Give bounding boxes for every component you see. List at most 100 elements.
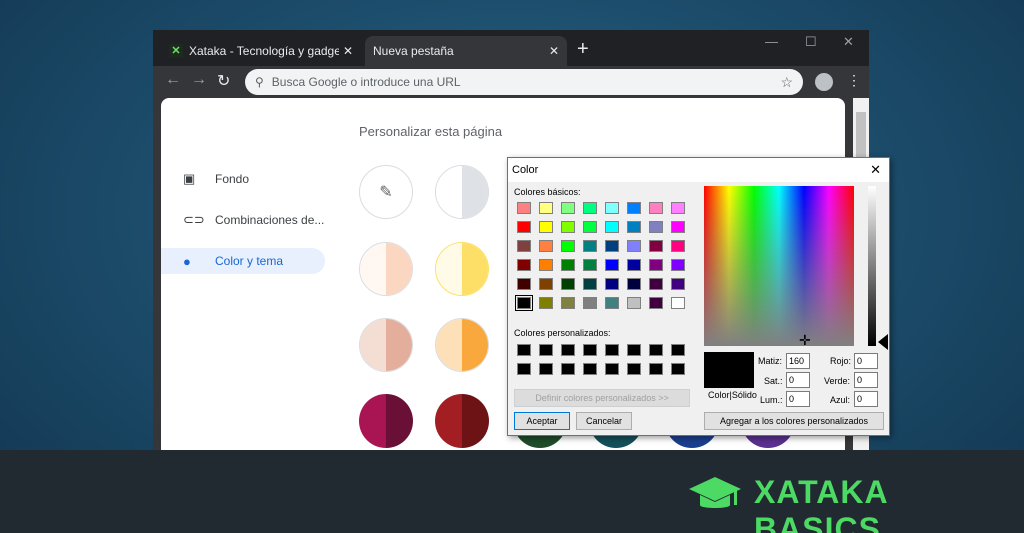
basic-color-swatch[interactable] — [517, 202, 531, 214]
basic-color-swatch[interactable] — [605, 259, 619, 271]
basic-color-swatch[interactable] — [671, 297, 685, 309]
back-icon[interactable]: ← — [165, 71, 181, 89]
basic-color-swatch[interactable] — [649, 259, 663, 271]
basic-color-swatch[interactable] — [627, 297, 641, 309]
omnibox[interactable]: ⚲ Busca Google o introduce una URL ☆ — [245, 69, 803, 95]
menu-icon[interactable]: ⋮ — [847, 72, 861, 89]
basic-color-swatch[interactable] — [515, 295, 533, 311]
custom-color-swatch[interactable] — [539, 344, 553, 356]
basic-color-swatch[interactable] — [561, 278, 575, 290]
basic-color-swatch[interactable] — [539, 240, 553, 252]
basic-color-swatch[interactable] — [539, 221, 553, 233]
custom-color-swatch[interactable] — [649, 344, 663, 356]
basic-color-swatch[interactable] — [583, 259, 597, 271]
basic-color-swatch[interactable] — [671, 240, 685, 252]
profile-avatar[interactable] — [815, 73, 833, 91]
define-custom-colors-button[interactable]: Definir colores personalizados >> — [514, 389, 690, 407]
basic-color-swatch[interactable] — [627, 202, 641, 214]
basic-color-swatch[interactable] — [671, 259, 685, 271]
theme-option[interactable] — [359, 394, 413, 448]
sidebar-item-combinaciones[interactable]: ⊂⊃ Combinaciones de... — [161, 207, 325, 233]
custom-color-swatch[interactable] — [583, 344, 597, 356]
sat-field[interactable]: 0 — [786, 372, 810, 388]
basic-color-swatch[interactable] — [561, 202, 575, 214]
custom-color-swatch[interactable] — [539, 363, 553, 375]
close-tab-icon[interactable]: ✕ — [343, 44, 353, 58]
bookmark-star-icon[interactable]: ☆ — [780, 74, 793, 91]
basic-color-swatch[interactable] — [539, 278, 553, 290]
basic-color-swatch[interactable] — [583, 221, 597, 233]
cancel-button[interactable]: Cancelar — [576, 412, 632, 430]
basic-color-swatch[interactable] — [517, 221, 531, 233]
sidebar-item-fondo[interactable]: ▣ Fondo — [161, 166, 325, 192]
tab-xataka[interactable]: ✕ Xataka - Tecnología y gadgets, m ✕ — [161, 36, 361, 66]
basic-color-swatch[interactable] — [649, 297, 663, 309]
custom-color-swatch[interactable] — [517, 344, 531, 356]
luminance-arrow-icon[interactable] — [878, 334, 888, 350]
custom-color-swatch[interactable] — [605, 344, 619, 356]
theme-option[interactable] — [435, 165, 489, 219]
basic-color-swatch[interactable] — [649, 202, 663, 214]
basic-color-swatch[interactable] — [539, 202, 553, 214]
basic-color-swatch[interactable] — [561, 259, 575, 271]
basic-color-swatch[interactable] — [605, 278, 619, 290]
basic-color-swatch[interactable] — [517, 240, 531, 252]
basic-color-swatch[interactable] — [627, 240, 641, 252]
dialog-close-icon[interactable]: ✕ — [870, 162, 881, 178]
tab-new[interactable]: Nueva pestaña ✕ — [365, 36, 567, 66]
forward-icon[interactable]: → — [191, 71, 207, 89]
basic-color-swatch[interactable] — [671, 278, 685, 290]
basic-color-swatch[interactable] — [583, 202, 597, 214]
basic-color-swatch[interactable] — [561, 221, 575, 233]
window-close-icon[interactable]: ✕ — [843, 34, 854, 50]
basic-color-swatch[interactable] — [671, 202, 685, 214]
basic-color-swatch[interactable] — [583, 297, 597, 309]
crosshair-icon[interactable]: ✛ — [799, 332, 811, 349]
custom-color-swatch[interactable] — [517, 363, 531, 375]
basic-color-swatch[interactable] — [627, 259, 641, 271]
basic-color-swatch[interactable] — [561, 240, 575, 252]
custom-color-picker[interactable]: ✎ — [359, 165, 413, 219]
new-tab-icon[interactable]: + — [577, 38, 589, 61]
basic-color-swatch[interactable] — [605, 202, 619, 214]
custom-color-swatch[interactable] — [561, 363, 575, 375]
basic-color-swatch[interactable] — [605, 240, 619, 252]
custom-color-swatch[interactable] — [671, 363, 685, 375]
basic-color-swatch[interactable] — [605, 221, 619, 233]
lum-field[interactable]: 0 — [786, 391, 810, 407]
theme-option[interactable] — [435, 242, 489, 296]
theme-option[interactable] — [435, 318, 489, 372]
custom-color-swatch[interactable] — [561, 344, 575, 356]
minimize-icon[interactable]: — — [765, 34, 778, 49]
green-field[interactable]: 0 — [854, 372, 878, 388]
ok-button[interactable]: Aceptar — [514, 412, 570, 430]
basic-color-swatch[interactable] — [649, 221, 663, 233]
red-field[interactable]: 0 — [854, 353, 878, 369]
basic-color-swatch[interactable] — [517, 278, 531, 290]
reload-icon[interactable]: ↻ — [217, 71, 230, 91]
custom-color-swatch[interactable] — [649, 363, 663, 375]
basic-color-swatch[interactable] — [605, 297, 619, 309]
add-custom-color-button[interactable]: Agregar a los colores personalizados — [704, 412, 884, 430]
custom-color-swatch[interactable] — [583, 363, 597, 375]
theme-option[interactable] — [359, 242, 413, 296]
basic-color-swatch[interactable] — [539, 297, 553, 309]
basic-color-swatch[interactable] — [583, 240, 597, 252]
basic-color-swatch[interactable] — [539, 259, 553, 271]
blue-field[interactable]: 0 — [854, 391, 878, 407]
basic-color-swatch[interactable] — [649, 240, 663, 252]
basic-color-swatch[interactable] — [671, 221, 685, 233]
maximize-icon[interactable]: ☐ — [805, 34, 817, 50]
color-spectrum[interactable] — [704, 186, 854, 346]
sidebar-item-color-y-tema[interactable]: ● Color y tema — [161, 248, 325, 274]
custom-color-swatch[interactable] — [605, 363, 619, 375]
basic-color-swatch[interactable] — [583, 278, 597, 290]
theme-option[interactable] — [435, 394, 489, 448]
custom-color-swatch[interactable] — [627, 344, 641, 356]
hue-field[interactable]: 160 — [786, 353, 810, 369]
basic-color-swatch[interactable] — [561, 297, 575, 309]
basic-color-swatch[interactable] — [627, 278, 641, 290]
basic-color-swatch[interactable] — [627, 221, 641, 233]
basic-color-swatch[interactable] — [649, 278, 663, 290]
custom-color-swatch[interactable] — [627, 363, 641, 375]
